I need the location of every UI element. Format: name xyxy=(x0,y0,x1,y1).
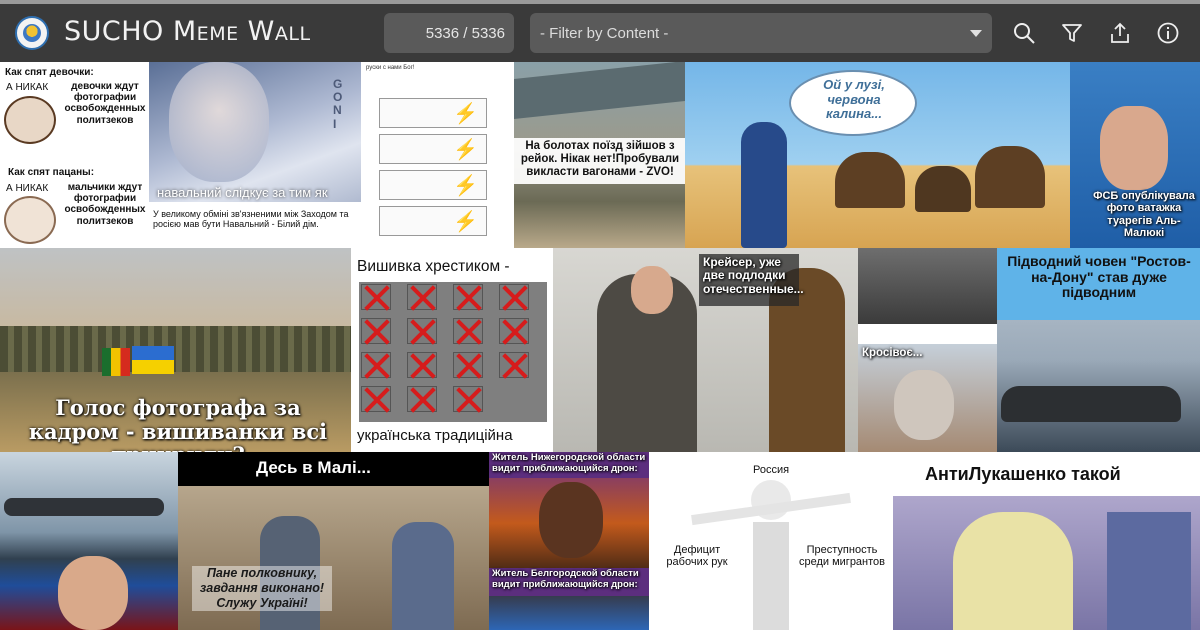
portrait-image xyxy=(1100,106,1168,190)
meme-tile[interactable]: На болотах поїзд зійшов з рейок. Нікак н… xyxy=(514,62,685,248)
camel-figure xyxy=(915,166,971,212)
meme-tile[interactable]: Житель Нижегородской области видит прибл… xyxy=(489,452,649,630)
meme-tile[interactable]: Россия Дефицит рабочих рук Преступность … xyxy=(649,452,893,630)
tile-caption: Житель Белгородской области видит прибли… xyxy=(492,568,639,590)
ship-image xyxy=(858,248,997,324)
tile-caption: девочки ждут фотографии освобожденных по… xyxy=(64,81,146,126)
meme-tile[interactable]: ФСБ опублікувала фото ватажка туарегів А… xyxy=(1070,62,1200,248)
meme-tile[interactable]: руски с нами Бог! ⚡ ⚡ ⚡ ⚡ xyxy=(361,62,514,248)
meme-grid: Как спят девочки: А НИКАК девочки ждут ф… xyxy=(0,62,1200,630)
meme-tile[interactable]: Вишивка хрестиком - українська традиційн… xyxy=(351,248,553,452)
header-bar: SUCHO Meme Wall 5336 / 5336 - Filter by … xyxy=(0,4,1200,62)
tile-caption: А НИКАК xyxy=(6,82,49,93)
tile-caption: Кросівоє... xyxy=(862,347,923,359)
filter-icon[interactable] xyxy=(1060,21,1084,45)
man-head xyxy=(631,266,673,314)
tile-caption: У великому обміні зв'язненими між Заходо… xyxy=(153,209,349,230)
tile-caption: Пане полковнику, завдання виконано! Служ… xyxy=(192,566,332,611)
tile-caption: Десь в Малі... xyxy=(256,458,371,477)
portrait-image xyxy=(169,62,269,182)
tile-caption: Как спят девочки: xyxy=(5,67,94,78)
tile-caption: Крейсер, уже две подлодки отечественные.… xyxy=(703,255,804,296)
soldier-figure xyxy=(392,522,454,630)
page-title: SUCHO Meme Wall xyxy=(64,16,311,47)
tile-caption: ФСБ опублікувала фото ватажка туарегів А… xyxy=(1093,190,1195,239)
portrait-grid xyxy=(359,282,547,422)
tile-caption: Вишивка хрестиком - xyxy=(357,258,510,275)
soldiers-image xyxy=(0,326,351,372)
tile-caption: навальний слідкує за тим як xyxy=(157,185,328,200)
tile-caption: Ой у лузі, червона калина... xyxy=(823,77,885,122)
filter-content-select[interactable]: - Filter by Content - xyxy=(530,13,992,53)
portrait-image xyxy=(58,556,128,630)
meme-tile[interactable] xyxy=(0,452,178,630)
background-emblem xyxy=(1107,512,1191,630)
tile-caption: На болотах поїзд зійшов з рейок. Нікак н… xyxy=(520,140,680,178)
portrait-image xyxy=(539,482,603,558)
logo-emblem xyxy=(23,24,41,42)
tile-caption: А НИКАК xyxy=(6,183,49,194)
submarine-image xyxy=(4,498,164,516)
tile-caption: Голос фотографа за кадром - вишиванки вс… xyxy=(28,395,328,452)
meme-tile[interactable]: Ой у лузі, червона калина... xyxy=(685,62,1070,248)
meme-tile[interactable]: Крейсер, уже две подлодки отечественные.… xyxy=(553,248,858,452)
tile-caption: руски с нами Бог! xyxy=(366,65,415,71)
share-icon[interactable] xyxy=(1108,21,1132,45)
chevron-down-icon xyxy=(970,30,982,37)
camel-figure xyxy=(975,146,1045,208)
meme-tile[interactable]: Как спят девочки: А НИКАК девочки ждут ф… xyxy=(0,62,149,248)
portrait-image xyxy=(953,512,1073,630)
info-icon[interactable] xyxy=(1156,21,1180,45)
camel-figure xyxy=(835,152,905,208)
meme-tile[interactable]: Кросівоє... xyxy=(858,248,997,452)
search-icon[interactable] xyxy=(1012,21,1036,45)
caption-panel xyxy=(858,324,997,344)
tile-caption: Россия xyxy=(753,464,790,476)
comic-panel: ⚡ xyxy=(379,98,487,128)
tile-caption: Житель Нижегородской области видит прибл… xyxy=(492,452,646,474)
face-illustration xyxy=(4,96,56,144)
tile-caption: мальчики ждут фотографии освобожденных п… xyxy=(64,182,146,227)
meme-tile[interactable]: АнтиЛукашенко такой xyxy=(893,452,1200,630)
meme-tile[interactable]: G O N I навальний слідкує за тим як У ве… xyxy=(149,62,361,248)
tile-caption: Как спят пацаны: xyxy=(8,167,95,178)
watermark-logo: G O N I xyxy=(333,77,343,131)
comic-panel: ⚡ xyxy=(379,170,487,200)
tile-caption: Дефицит рабочих рук xyxy=(666,544,728,569)
comic-panel: ⚡ xyxy=(379,134,487,164)
flag-image xyxy=(132,346,174,374)
comic-panel: ⚡ xyxy=(379,206,487,236)
tile-caption: українська традиційна xyxy=(357,427,513,444)
train-image xyxy=(514,62,685,119)
sucho-logo[interactable] xyxy=(15,16,49,50)
meme-tile[interactable]: Десь в Малі... Пане полковнику, завдання… xyxy=(178,452,489,630)
face-illustration xyxy=(4,196,56,244)
tile-caption: Підводний човен "Ростов-на-Дону" став ду… xyxy=(1007,253,1191,301)
submarine-image xyxy=(1001,386,1181,422)
filter-content-label: - Filter by Content - xyxy=(540,24,669,42)
meme-tile[interactable]: Підводний човен "Ростов-на-Дону" став ду… xyxy=(997,248,1200,452)
tile-caption: Преступность среди мигрантов xyxy=(798,544,886,569)
tuareg-figure xyxy=(741,122,787,248)
tile-caption: АнтиЛукашенко такой xyxy=(925,464,1121,484)
flag-image xyxy=(102,348,130,376)
figure-body xyxy=(753,522,789,630)
meme-tile[interactable]: Голос фотографа за кадром - вишиванки вс… xyxy=(0,248,351,452)
result-count: 5336 / 5336 xyxy=(384,13,514,53)
kitten-figure xyxy=(894,370,954,440)
